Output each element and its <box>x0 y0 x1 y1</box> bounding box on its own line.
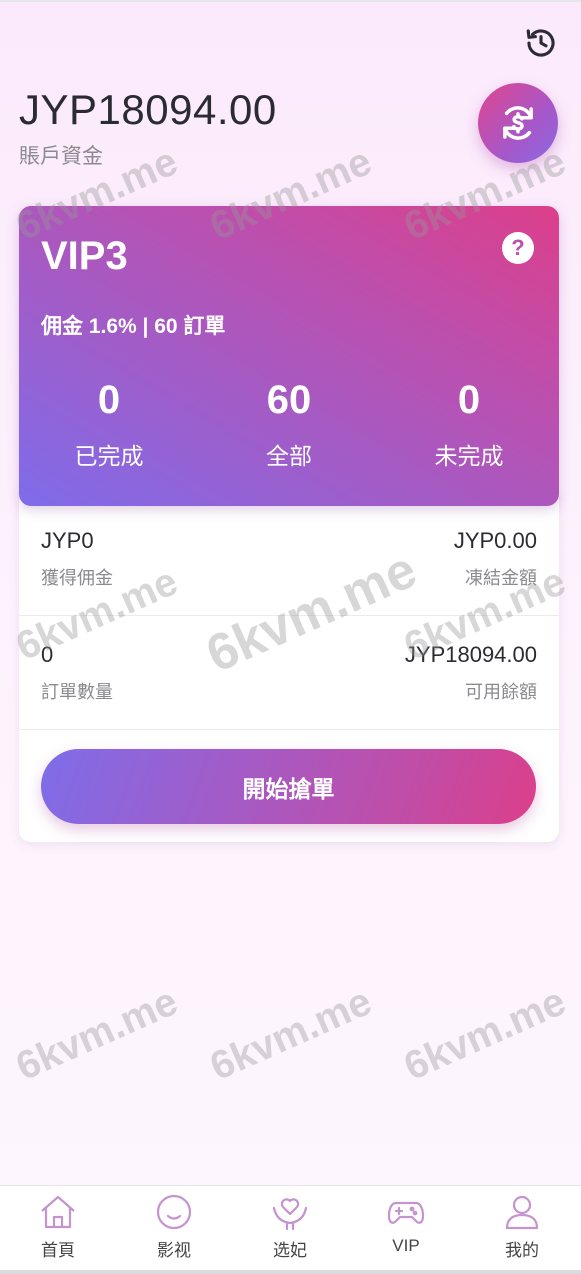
frozen-amount-value: JYP0.00 <box>453 528 537 553</box>
watermark: 6kvm.me <box>203 979 379 1090</box>
stat-total-value: 60 <box>266 378 312 422</box>
order-count-value: 0 <box>41 642 54 667</box>
account-balance-label: 賬戶資金 <box>19 145 103 168</box>
details-card: JYP0 獲得佣金 JYP0.00 凍結金額 0 訂單數量 JYP18094.0… <box>19 486 559 842</box>
stat-incomplete: 0 未完成 <box>379 378 559 471</box>
watermark: 6kvm.me <box>9 979 185 1090</box>
stat-total-label: 全部 <box>266 443 312 469</box>
exchange-button[interactable] <box>478 83 558 163</box>
history-icon[interactable] <box>522 24 560 62</box>
stat-total: 60 全部 <box>199 378 379 471</box>
tab-home[interactable]: 首頁 <box>0 1186 116 1274</box>
tab-mine-label: 我的 <box>505 1241 539 1260</box>
top-border <box>0 0 581 2</box>
bottom-tab-bar: 首頁 影视 选妃 VIP 我的 <box>0 1185 581 1274</box>
stat-completed-value: 0 <box>97 378 121 422</box>
question-circle-icon[interactable]: ? <box>502 232 534 264</box>
bottom-border <box>0 1270 581 1274</box>
tab-video[interactable]: 影视 <box>116 1186 232 1274</box>
commission-info: 佣金 1.6% | 60 訂單 <box>41 315 226 338</box>
vip-level: VIP3 <box>41 234 128 278</box>
account-balance: JYP18094.00 <box>19 86 277 133</box>
earned-commission-label: 獲得佣金 <box>41 568 113 588</box>
watermark: 6kvm.me <box>397 979 573 1090</box>
heart-hand-icon <box>272 1198 308 1231</box>
stat-completed: 0 已完成 <box>19 378 199 471</box>
tab-vip[interactable]: VIP <box>348 1186 464 1274</box>
stat-incomplete-value: 0 <box>457 378 481 422</box>
available-balance-label: 可用餘額 <box>465 682 537 702</box>
tab-mine[interactable]: 我的 <box>464 1186 580 1274</box>
currency-exchange-icon <box>503 106 533 140</box>
detail-row: 0 訂單數量 JYP18094.00 可用餘額 <box>19 616 559 730</box>
available-balance-value: JYP18094.00 <box>404 642 537 667</box>
smile-icon <box>156 1194 192 1230</box>
start-grab-order-button[interactable]: 開始搶單 <box>41 749 536 824</box>
tab-video-label: 影视 <box>157 1241 191 1260</box>
tab-home-label: 首頁 <box>41 1241 75 1260</box>
user-icon <box>505 1195 539 1230</box>
detail-row: JYP0 獲得佣金 JYP0.00 凍結金額 <box>19 502 559 616</box>
vip-card: VIP3 ? 佣金 1.6% | 60 訂單 0 已完成 60 全部 0 未完成 <box>19 206 559 506</box>
order-count-label: 訂單數量 <box>41 682 113 702</box>
tab-vip-label: VIP <box>392 1236 420 1255</box>
frozen-amount-label: 凍結金額 <box>465 568 537 588</box>
tab-select-label: 选妃 <box>273 1241 307 1260</box>
stat-completed-label: 已完成 <box>74 443 144 469</box>
home-icon <box>41 1195 75 1229</box>
earned-commission-value: JYP0 <box>41 528 94 553</box>
gamepad-icon <box>387 1201 425 1224</box>
tab-select[interactable]: 选妃 <box>232 1186 348 1274</box>
stat-incomplete-label: 未完成 <box>434 443 504 469</box>
